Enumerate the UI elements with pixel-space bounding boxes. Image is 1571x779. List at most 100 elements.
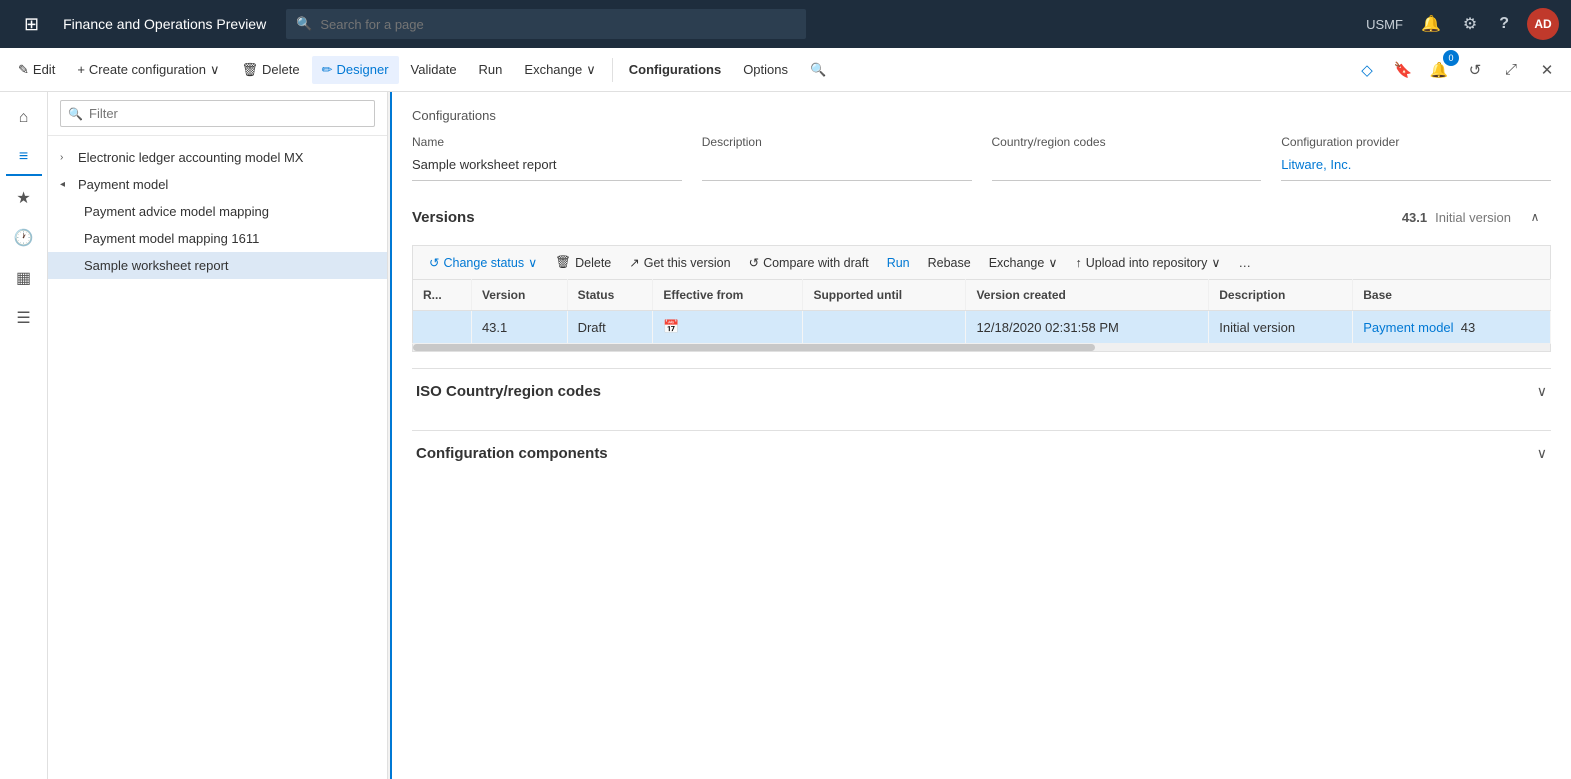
list-icon-btn[interactable]: ☰ bbox=[6, 300, 42, 336]
versions-collapse-button[interactable]: ∧ bbox=[1519, 201, 1551, 233]
name-field-group: Name Sample worksheet report bbox=[412, 135, 682, 181]
active-nav-icon-btn[interactable]: ≡ bbox=[6, 140, 42, 176]
provider-field-group: Configuration provider Litware, Inc. bbox=[1281, 135, 1551, 181]
cell-effective-from[interactable]: 📅 bbox=[653, 311, 803, 344]
edit-icon: ✎ bbox=[18, 62, 29, 78]
bookmark-button[interactable]: 🔖 bbox=[1387, 54, 1419, 86]
create-chevron-icon: ∨ bbox=[210, 62, 220, 78]
col-version: Version bbox=[471, 280, 567, 311]
tree-filter: 🔍 bbox=[48, 92, 387, 136]
clock-icon-btn[interactable]: 🕐 bbox=[6, 220, 42, 256]
cell-base: Payment model 43 bbox=[1353, 311, 1551, 344]
tree-item-label: Payment model bbox=[78, 177, 168, 192]
col-version-created: Version created bbox=[966, 280, 1209, 311]
top-bar-right: USMF 🔔 ⚙ ? AD bbox=[1366, 8, 1559, 40]
cell-supported-until bbox=[803, 311, 966, 344]
horizontal-scrollbar[interactable] bbox=[412, 344, 1551, 352]
tree-expanded-icon: ◂ bbox=[60, 179, 72, 190]
versions-section-header: Versions 43.1 Initial version ∧ bbox=[412, 201, 1551, 237]
favorites-button[interactable]: ◇ bbox=[1351, 54, 1383, 86]
change-status-chevron-icon: ∨ bbox=[528, 255, 537, 270]
filter-icon: 🔍 bbox=[68, 107, 83, 121]
options-tab[interactable]: Options bbox=[733, 56, 798, 83]
notification-button[interactable]: 🔔 bbox=[1417, 12, 1445, 36]
tree-item-sample-worksheet[interactable]: Sample worksheet report bbox=[48, 252, 387, 279]
country-field-group: Country/region codes bbox=[992, 135, 1262, 181]
table-icon-btn[interactable]: ▦ bbox=[6, 260, 42, 296]
col-description: Description bbox=[1209, 280, 1353, 311]
cell-version-created: 12/18/2020 02:31:58 PM bbox=[966, 311, 1209, 344]
iso-chevron-icon: ∨ bbox=[1537, 383, 1547, 400]
table-row[interactable]: 43.1 Draft 📅 12/18/2020 02:31:58 PM Init… bbox=[413, 311, 1551, 344]
provider-label: Configuration provider bbox=[1281, 135, 1551, 149]
close-button[interactable]: ✕ bbox=[1531, 54, 1563, 86]
home-icon-btn[interactable]: ⌂ bbox=[6, 100, 42, 136]
base-num: 43 bbox=[1461, 320, 1475, 335]
configurations-tab[interactable]: Configurations bbox=[619, 56, 731, 83]
refresh-icon: ↺ bbox=[429, 255, 439, 270]
delete-icon: 🗑 bbox=[242, 62, 259, 78]
tree-item-electronic-ledger[interactable]: › Electronic ledger accounting model MX bbox=[48, 144, 387, 171]
components-section-header[interactable]: Configuration components ∨ bbox=[412, 431, 1551, 476]
iso-section: ISO Country/region codes ∨ bbox=[412, 368, 1551, 414]
components-title: Configuration components bbox=[416, 445, 608, 462]
tree-item-payment-mapping[interactable]: Payment model mapping 1611 bbox=[48, 225, 387, 252]
provider-value[interactable]: Litware, Inc. bbox=[1281, 153, 1551, 181]
search-input[interactable] bbox=[320, 17, 796, 32]
country-label: Country/region codes bbox=[992, 135, 1262, 149]
plus-icon: + bbox=[77, 62, 85, 77]
refresh-button[interactable]: ↺ bbox=[1459, 54, 1491, 86]
badge-count: 0 bbox=[1443, 50, 1459, 66]
exchange-button[interactable]: Exchange ∨ bbox=[514, 56, 605, 84]
create-configuration-button[interactable]: + Create configuration ∨ bbox=[67, 56, 229, 84]
tree-item-label: Payment model mapping 1611 bbox=[84, 231, 259, 246]
iso-section-header[interactable]: ISO Country/region codes ∨ bbox=[412, 369, 1551, 414]
delete-button[interactable]: 🗑 Delete bbox=[232, 56, 310, 84]
versions-delete-icon: 🗑 bbox=[555, 255, 571, 270]
app-grid-icon[interactable]: ⊞ bbox=[12, 0, 51, 48]
designer-icon: ✏ bbox=[322, 62, 333, 78]
search-box: 🔍 bbox=[286, 9, 806, 39]
designer-button[interactable]: ✏ Designer bbox=[312, 56, 399, 84]
compare-draft-button[interactable]: ↺ Compare with draft bbox=[741, 250, 877, 275]
versions-table: R... Version Status Effective from Suppo… bbox=[412, 279, 1551, 344]
description-value[interactable] bbox=[702, 153, 972, 181]
content-inner: Configurations Name Sample worksheet rep… bbox=[392, 92, 1571, 779]
base-link[interactable]: Payment model bbox=[1363, 320, 1453, 335]
validate-button[interactable]: Validate bbox=[401, 56, 467, 83]
main-layout: ⌂ ≡ ★ 🕐 ▦ ☰ 🔍 › Electronic ledger accoun… bbox=[0, 92, 1571, 779]
edit-button[interactable]: ✎ Edit bbox=[8, 56, 65, 84]
settings-button[interactable]: ⚙ bbox=[1459, 12, 1481, 36]
get-version-icon: ↗ bbox=[629, 255, 639, 270]
side-icons: ⌂ ≡ ★ 🕐 ▦ ☰ bbox=[0, 92, 48, 779]
versions-more-button[interactable]: … bbox=[1231, 251, 1260, 275]
avatar[interactable]: AD bbox=[1527, 8, 1559, 40]
help-button[interactable]: ? bbox=[1495, 13, 1513, 35]
versions-delete-button[interactable]: 🗑 Delete bbox=[547, 250, 619, 275]
cell-r bbox=[413, 311, 472, 344]
change-status-button[interactable]: ↺ Change status ∨ bbox=[421, 250, 545, 275]
calendar-icon[interactable]: 📅 bbox=[663, 319, 679, 334]
versions-exchange-button[interactable]: Exchange ∨ bbox=[981, 250, 1066, 275]
description-field-group: Description bbox=[702, 135, 972, 181]
components-section: Configuration components ∨ bbox=[412, 430, 1551, 476]
exchange-chevron-icon: ∨ bbox=[586, 62, 596, 78]
tree-item-label: Payment advice model mapping bbox=[84, 204, 269, 219]
run-button[interactable]: Run bbox=[469, 56, 513, 83]
filter-input[interactable] bbox=[60, 100, 375, 127]
star-icon-btn[interactable]: ★ bbox=[6, 180, 42, 216]
upload-repository-button[interactable]: ↑ Upload into repository ∨ bbox=[1067, 250, 1228, 275]
col-effective-from: Effective from bbox=[653, 280, 803, 311]
search-toolbar-button[interactable]: 🔍 bbox=[800, 56, 836, 84]
tree-item-label: Electronic ledger accounting model MX bbox=[78, 150, 303, 165]
get-version-button[interactable]: ↗ Get this version bbox=[621, 250, 738, 275]
open-new-window-button[interactable]: ⤢ bbox=[1495, 54, 1527, 86]
toolbar: ✎ Edit + Create configuration ∨ 🗑 Delete… bbox=[0, 48, 1571, 92]
tree-content: › Electronic ledger accounting model MX … bbox=[48, 136, 387, 779]
tree-item-payment-advice[interactable]: Payment advice model mapping bbox=[48, 198, 387, 225]
versions-run-button[interactable]: Run bbox=[879, 251, 918, 275]
cell-description: Initial version bbox=[1209, 311, 1353, 344]
tree-item-payment-model[interactable]: ◂ Payment model bbox=[48, 171, 387, 198]
components-chevron-icon: ∨ bbox=[1537, 445, 1547, 462]
rebase-button[interactable]: Rebase bbox=[920, 251, 979, 275]
